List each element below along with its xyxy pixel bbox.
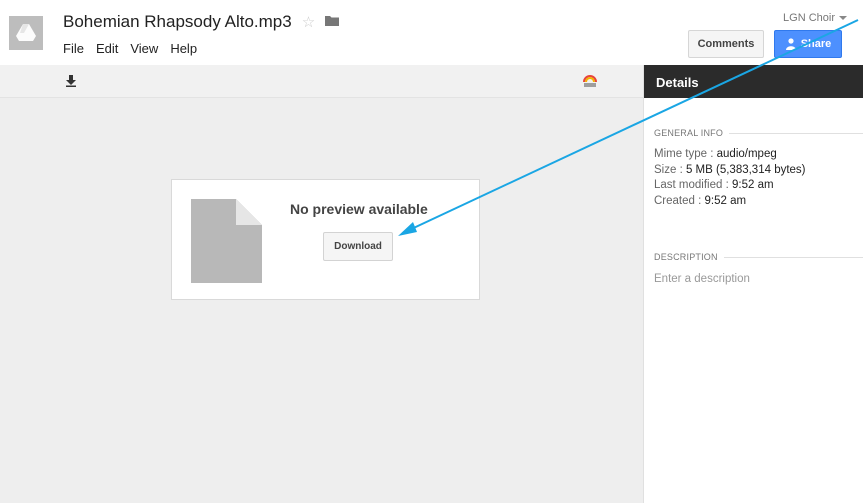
details-heading: Details	[644, 65, 863, 98]
share-button[interactable]: Share	[774, 30, 842, 58]
comments-button[interactable]: Comments	[688, 30, 764, 58]
details-panel: Details General info Mime type : audio/m…	[643, 65, 863, 503]
no-preview-message: No preview available	[290, 201, 428, 217]
general-info-list: Mime type : audio/mpeg Size : 5 MB (5,38…	[654, 147, 806, 209]
download-icon[interactable]	[66, 74, 76, 92]
star-icon[interactable]: ☆	[302, 15, 315, 30]
menu-view[interactable]: View	[130, 41, 158, 56]
menu-bar: File Edit View Help	[63, 41, 197, 56]
menu-file[interactable]: File	[63, 41, 84, 56]
file-icon	[191, 199, 262, 283]
info-row-created: Created : 9:52 am	[654, 194, 747, 207]
title-row: Bohemian Rhapsody Alto.mp3 ☆	[63, 12, 340, 32]
download-button[interactable]: Download	[323, 232, 393, 261]
description-field[interactable]: Enter a description	[654, 273, 750, 285]
general-info-title: General info	[654, 128, 863, 138]
drive-logo-icon[interactable]	[9, 16, 43, 50]
folder-icon[interactable]	[325, 13, 340, 31]
menu-edit[interactable]: Edit	[96, 41, 118, 56]
share-person-icon	[785, 37, 796, 50]
account-switcher[interactable]: LGN Choir	[783, 12, 847, 24]
description-title: Description	[654, 252, 863, 262]
open-with-icon[interactable]	[582, 74, 598, 93]
chevron-down-icon	[839, 16, 847, 21]
viewer-toolbar	[0, 65, 643, 98]
no-preview-card: No preview available Download	[171, 179, 480, 300]
info-row-size: Size : 5 MB (5,383,314 bytes)	[654, 163, 806, 176]
info-row-mime: Mime type : audio/mpeg	[654, 148, 777, 160]
info-row-modified: Last modified : 9:52 am	[654, 179, 774, 191]
document-title[interactable]: Bohemian Rhapsody Alto.mp3	[63, 12, 292, 32]
app-header: Bohemian Rhapsody Alto.mp3 ☆ File Edit V…	[0, 0, 863, 65]
preview-area: No preview available Download	[0, 98, 643, 503]
account-name: LGN Choir	[783, 12, 835, 24]
share-label: Share	[800, 38, 832, 50]
menu-help[interactable]: Help	[170, 41, 197, 56]
